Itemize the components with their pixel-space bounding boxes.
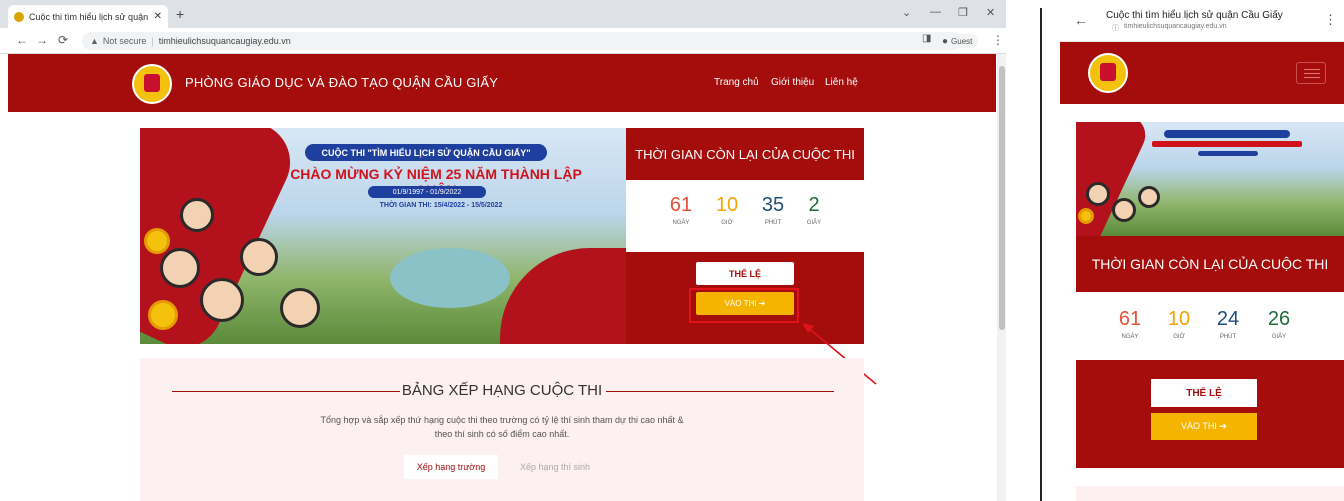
mobile-page-title: Cuộc thi tìm hiểu lịch sử quận Cầu Giấy (1106, 10, 1283, 21)
mobile-address-bar: ← Cuộc thi tìm hiểu lịch sử quận Cầu Giấ… (1060, 0, 1344, 42)
banner-child (1138, 186, 1160, 208)
banner-exam-time: THỜI GIAN THI: 15/4/2022 - 15/5/2022 (379, 202, 503, 209)
mobile-ranking-section (1076, 486, 1344, 501)
tab-candidate-ranking[interactable]: Xếp hạng thí sinh (508, 455, 602, 479)
countdown-days-value: 61 (669, 194, 693, 216)
mobile-enter-exam-button[interactable]: VÀO THI ➔ (1151, 413, 1257, 440)
mobile-url[interactable]: timhieulichsuquancaugiay.edu.vn (1124, 23, 1227, 30)
banner-dates (1198, 151, 1258, 156)
reload-icon[interactable]: ⟳ (58, 33, 68, 47)
warning-icon: ▲ (90, 36, 99, 46)
banner-child (1086, 182, 1110, 206)
countdown-minutes-label: PHÚT (1219, 334, 1237, 340)
countdown-seconds-value: 2 (808, 194, 820, 216)
hamburger-icon[interactable] (1296, 62, 1326, 84)
countdown-days-label: NGÀY (672, 220, 690, 226)
new-tab-button[interactable]: + (176, 6, 184, 22)
maximize-icon[interactable]: ❐ (958, 6, 968, 19)
nav-home[interactable]: Trang chủ (714, 77, 759, 88)
countdown-minutes: 24 PHÚT (1203, 308, 1253, 340)
banner-child (200, 278, 244, 322)
site-title[interactable]: PHÒNG GIÁO DỤC VÀ ĐÀO TẠO QUẬN CẦU GIẤY (185, 75, 498, 90)
tab-school-ranking[interactable]: Xếp hạng trường (404, 455, 498, 479)
profile-label: Guest (951, 36, 973, 46)
countdown-heading: THỜI GIAN CÒN LẠI CỦA CUỘC THI (626, 128, 864, 180)
nav-about[interactable]: Giới thiệu (771, 77, 814, 88)
countdown-seconds-label: GIÂY (806, 220, 822, 226)
close-tab-icon[interactable]: ✕ (154, 11, 162, 22)
countdown-days: 61 NGÀY (1105, 308, 1155, 340)
countdown-minutes-value: 24 (1216, 308, 1240, 330)
chevron-down-icon[interactable]: ⌄ (902, 6, 911, 19)
mobile-site-logo[interactable] (1088, 53, 1128, 93)
url-text: timhieulichsuquancaugiay.edu.vn (158, 36, 291, 46)
ranking-title: BẢNG XẾP HẠNG CUỘC THI (401, 382, 603, 399)
banner-child (240, 238, 278, 276)
arrow-left-icon[interactable]: ← (16, 33, 28, 47)
banner-red-ribbon-right (500, 248, 626, 344)
arrow-left-icon[interactable]: ← (1074, 12, 1088, 28)
countdown-days-label: NGÀY (1121, 334, 1139, 340)
person-icon: ● (942, 35, 949, 47)
mobile-contest-banner (1076, 122, 1344, 236)
banner-lake (390, 248, 510, 308)
countdown-seconds-label: GIÂY (1271, 334, 1287, 340)
info-icon[interactable]: ⓘ (1112, 23, 1119, 33)
contest-banner: CUỘC THI "TÌM HIỂU LỊCH SỬ QUẬN CẦU GIẤY… (140, 128, 626, 344)
rules-button[interactable]: THỂ LỆ (696, 262, 794, 285)
ranking-description: Tổng hợp và sắp xếp thứ hạng cuộc thi th… (320, 415, 684, 439)
countdown-hours-label: GIỜ (721, 220, 733, 226)
banner-sunflower (144, 228, 170, 254)
countdown-hours: 10 GIỜ (702, 194, 752, 226)
close-window-icon[interactable]: ✕ (986, 6, 995, 19)
site-logo[interactable] (132, 64, 172, 104)
banner-child (180, 198, 214, 232)
banner-headline (1152, 141, 1302, 147)
countdown-days-value: 61 (1118, 308, 1142, 330)
countdown-hours-label: GIỜ (1173, 334, 1185, 340)
more-vert-icon[interactable]: ⋮ (1324, 12, 1337, 28)
site-logo-icon (14, 11, 24, 22)
banner-contest-name: CUỘC THI "TÌM HIỂU LỊCH SỬ QUẬN CẦU GIẤY… (305, 144, 547, 161)
browser-tab[interactable]: Cuộc thi tìm hiểu lịch sử quận Cầ ✕ (8, 5, 168, 28)
more-vert-icon[interactable]: ⋮ (992, 33, 1004, 47)
url-separator: | (151, 36, 154, 46)
address-bar[interactable]: ▲ Not secure | timhieulichsuquancaugiay.… (82, 32, 962, 50)
tab-title: Cuộc thi tìm hiểu lịch sử quận Cầ (29, 11, 150, 22)
banner-dates: 01/9/1997 - 01/9/2022 (368, 186, 486, 198)
mobile-browser-view: ← Cuộc thi tìm hiểu lịch sử quận Cầu Giấ… (1060, 0, 1344, 501)
tab-strip: Cuộc thi tìm hiểu lịch sử quận Cầ ✕ + ⌄ … (0, 0, 1006, 28)
hamburger-line (1304, 73, 1320, 74)
ranking-section: BẢNG XẾP HẠNG CUỘC THI Tổng hợp và sắp x… (140, 358, 864, 501)
desktop-browser-window: Cuộc thi tìm hiểu lịch sử quận Cầ ✕ + ⌄ … (0, 0, 1006, 501)
scrollbar-thumb[interactable] (999, 66, 1005, 330)
banner-child (160, 248, 200, 288)
banner-contest-name (1164, 130, 1290, 138)
side-panel-icon[interactable]: ◨ (922, 33, 931, 44)
banner-sunflower (148, 300, 178, 330)
countdown-seconds: 26 GIÂY (1254, 308, 1304, 340)
screenshot-divider (1040, 8, 1042, 501)
security-label: Not secure (102, 36, 147, 46)
countdown-seconds-value: 26 (1267, 308, 1291, 330)
banner-child (280, 288, 320, 328)
minimize-icon[interactable]: — (930, 6, 941, 18)
mobile-countdown-heading: THỜI GIAN CÒN LẠI CỦA CUỘC THI (1076, 236, 1344, 292)
banner-child (1112, 198, 1136, 222)
countdown-hours-value: 10 (1167, 308, 1191, 330)
countdown-seconds: 2 GIÂY (789, 194, 839, 226)
arrow-right-icon[interactable]: → (36, 33, 48, 47)
address-toolbar: ← → ⟳ ▲ Not secure | timhieulichsuquanca… (0, 28, 1006, 54)
countdown-hours: 10 GIỜ (1154, 308, 1204, 340)
banner-sunflower (1078, 208, 1094, 224)
countdown-days: 61 NGÀY (656, 194, 706, 226)
highlight-box (689, 288, 799, 323)
hamburger-line (1304, 77, 1320, 78)
profile-button[interactable]: ● Guest (936, 34, 979, 48)
countdown-hours-value: 10 (715, 194, 739, 216)
mobile-rules-button[interactable]: THỂ LỆ (1151, 379, 1257, 407)
nav-contact[interactable]: Liên hệ (825, 77, 858, 88)
hamburger-line (1304, 69, 1320, 70)
